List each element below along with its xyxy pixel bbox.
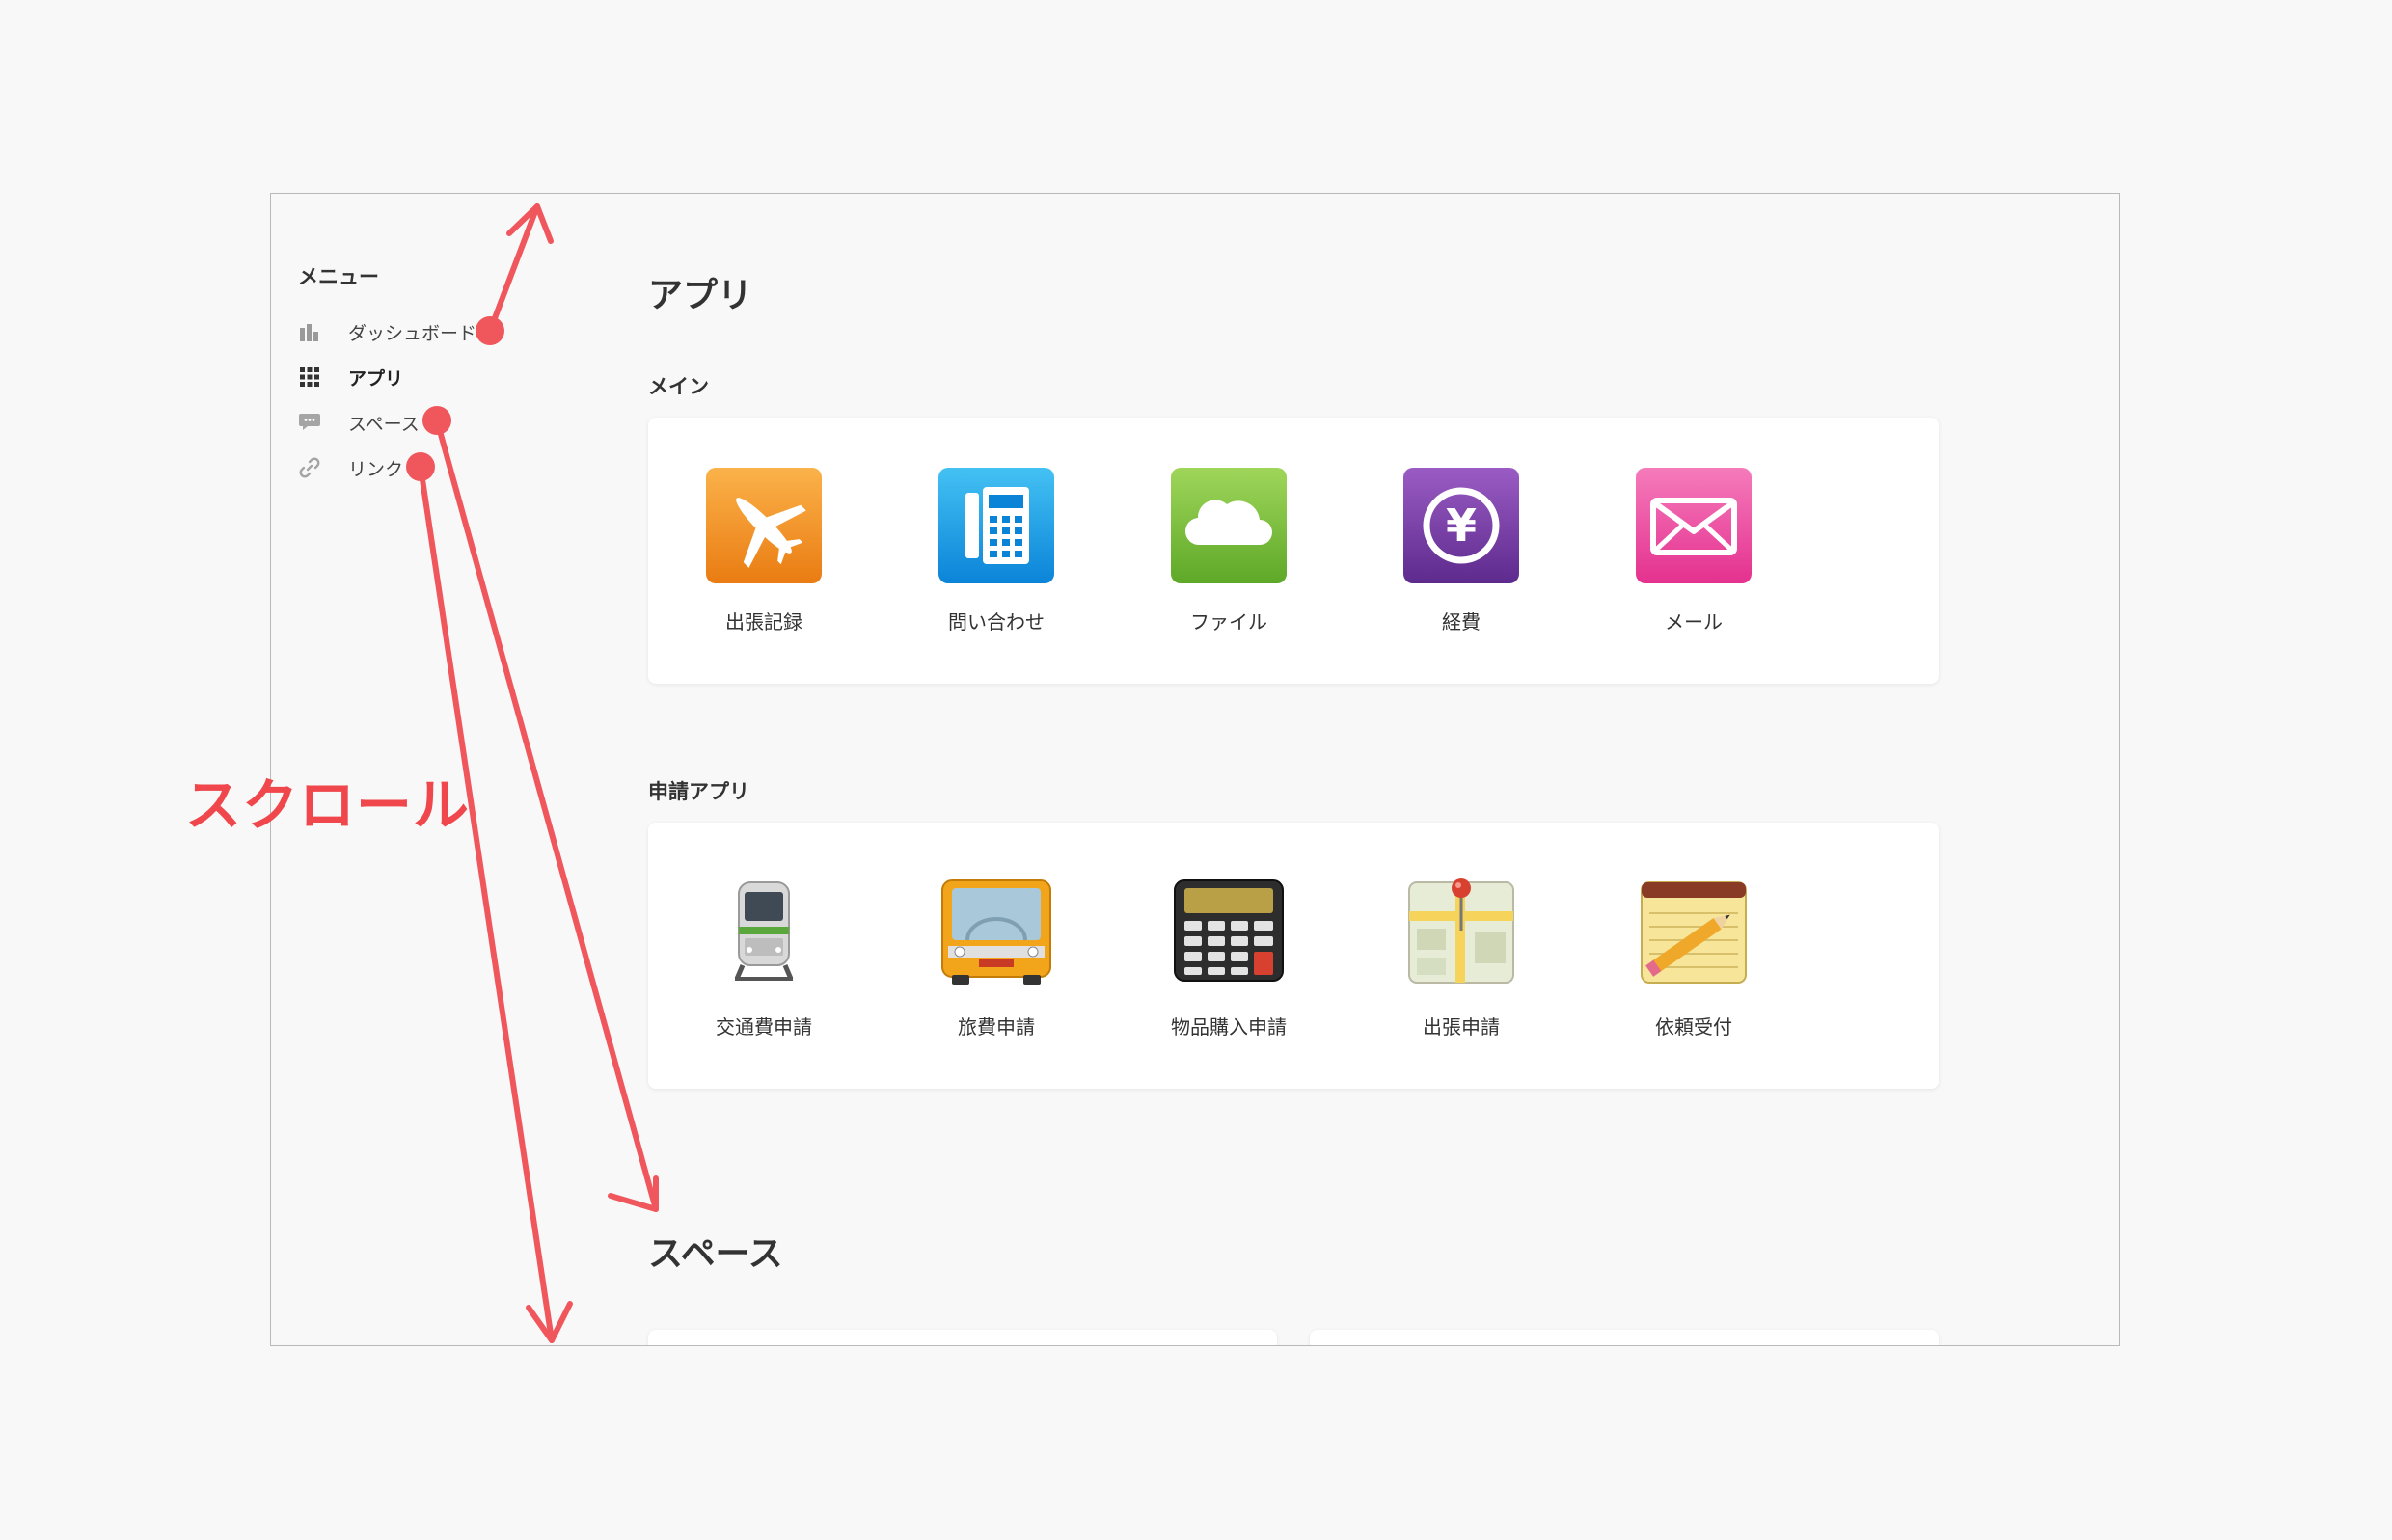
link-icon xyxy=(296,454,323,481)
app-card-request: 交通費申請 旅費申請 物品購入申請 出張申請 依頼受付 xyxy=(648,823,1939,1089)
mail-icon xyxy=(1636,468,1752,583)
app-tile[interactable]: 出張申請 xyxy=(1374,873,1548,1040)
sidebar-item-apps[interactable]: アプリ xyxy=(296,358,403,396)
sidebar-item-spaces[interactable]: スペース xyxy=(296,403,420,442)
grid-icon xyxy=(296,364,323,391)
app-window: メニュー ダッシュボード アプリ スペース リンク アプリ メイン 出張記録 問… xyxy=(270,193,2120,1346)
app-label: 旅費申請 xyxy=(958,1015,1035,1039)
app-tile[interactable]: ファイル xyxy=(1142,468,1316,635)
sidebar-item-links[interactable]: リンク xyxy=(296,448,403,487)
sidebar-item-label: リンク xyxy=(348,458,404,480)
sidebar-item-dashboard[interactable]: ダッシュボード xyxy=(296,312,476,351)
cloud-icon xyxy=(1171,468,1287,583)
scroll-annotation-label: スクロール xyxy=(185,772,471,838)
phone-icon xyxy=(938,468,1054,583)
app-tile[interactable]: 旅費申請 xyxy=(910,873,1083,1040)
map-pin-icon xyxy=(1403,873,1519,988)
sidebar-item-label: アプリ xyxy=(348,367,404,390)
app-label: 物品購入申請 xyxy=(1171,1015,1287,1039)
app-label: 経費 xyxy=(1442,610,1481,634)
app-label: 問い合わせ xyxy=(948,610,1045,634)
app-tile[interactable]: 物品購入申請 xyxy=(1142,873,1316,1040)
app-label: 出張記録 xyxy=(725,610,802,634)
space-card[interactable] xyxy=(648,1330,1277,1345)
app-label: メール xyxy=(1665,610,1723,634)
sidebar-item-label: ダッシュボード xyxy=(348,322,477,344)
bar-chart-icon xyxy=(296,318,323,345)
svg-text:¥: ¥ xyxy=(1446,500,1477,552)
chat-bubble-icon xyxy=(296,409,323,436)
menu-heading: メニュー xyxy=(298,265,379,288)
app-label: 出張申請 xyxy=(1423,1015,1500,1039)
app-tile[interactable]: メール xyxy=(1607,468,1780,635)
app-label: ファイル xyxy=(1190,610,1267,634)
notepad-pencil-icon xyxy=(1636,873,1752,988)
bus-icon xyxy=(938,873,1054,988)
app-label: 交通費申請 xyxy=(716,1015,812,1039)
app-tile[interactable]: 出張記録 xyxy=(677,468,851,635)
calculator-icon xyxy=(1171,873,1287,988)
page-title: アプリ xyxy=(648,276,753,315)
app-tile[interactable]: 交通費申請 xyxy=(677,873,851,1040)
spaces-heading: スペース xyxy=(648,1234,783,1274)
app-tile[interactable]: 問い合わせ xyxy=(910,468,1083,635)
app-tile[interactable]: ¥ 経費 xyxy=(1374,468,1548,635)
section-label-main: メイン xyxy=(648,375,709,398)
section-label-request: 申請アプリ xyxy=(648,780,749,803)
airplane-icon xyxy=(706,468,822,583)
yen-icon: ¥ xyxy=(1403,468,1519,583)
space-card[interactable] xyxy=(1310,1330,1939,1345)
sidebar-item-label: スペース xyxy=(348,413,420,435)
app-tile[interactable]: 依頼受付 xyxy=(1607,873,1780,1040)
train-icon xyxy=(706,873,822,988)
app-card-main: 出張記録 問い合わせ ファイル ¥ 経費 メール xyxy=(648,418,1939,684)
app-label: 依頼受付 xyxy=(1655,1015,1732,1039)
